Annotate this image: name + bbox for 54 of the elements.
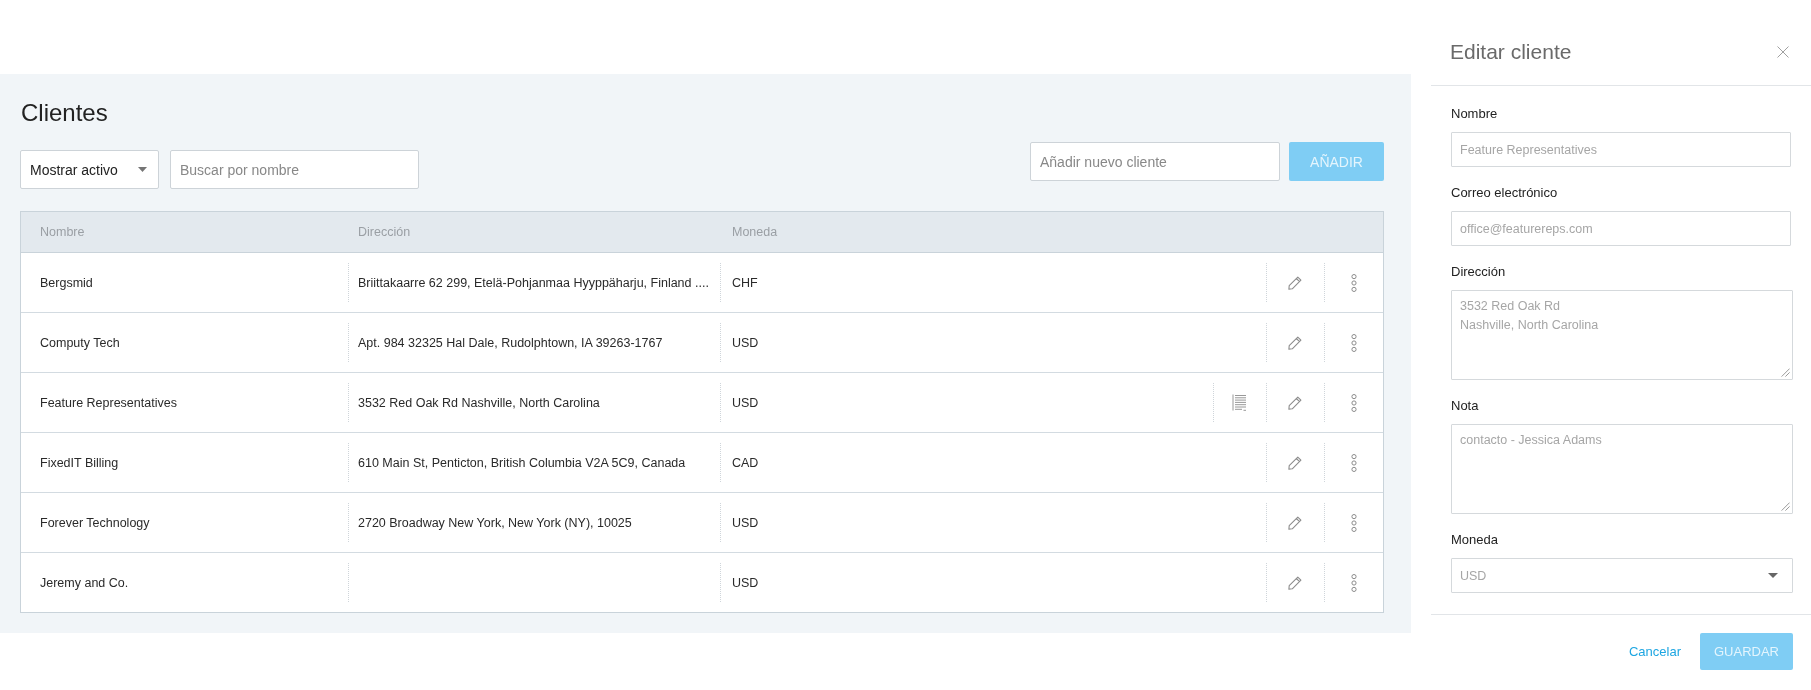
table-cell-text: Computy Tech: [39, 334, 121, 352]
field-label: Nombre: [1451, 105, 1498, 122]
page-title: Clientes: [20, 98, 108, 128]
column-header: Moneda: [731, 225, 779, 239]
field-label: Nota: [1451, 397, 1479, 414]
pencil-icon[interactable]: [1288, 335, 1302, 350]
pencil-icon[interactable]: [1288, 275, 1302, 290]
table-cell: USD: [720, 553, 1213, 612]
more-icon[interactable]: [1350, 333, 1357, 352]
pencil-icon[interactable]: [1288, 395, 1302, 410]
table-cell: 3532 Red Oak Rd Nashville, North Carolina: [358, 395, 600, 410]
field-label: Moneda: [1451, 531, 1498, 548]
column-header: Nombre: [39, 225, 86, 239]
table-cell-text: Jeremy and Co.: [39, 574, 130, 592]
search-field[interactable]: Buscar por nombre: [170, 150, 419, 189]
cancel-link[interactable]: Cancelar: [1628, 644, 1681, 659]
new-client-field[interactable]: Añadir nuevo cliente: [1030, 142, 1280, 181]
dropdown-field[interactable]: USD: [1451, 558, 1793, 593]
table-cell: Apt. 984 32325 Hal Dale, Rudolphtown, IA 39263-1767: [358, 335, 663, 350]
resize-grip-icon[interactable]: [1781, 502, 1790, 511]
pencil-icon[interactable]: [1288, 575, 1302, 590]
pencil-icon[interactable]: [1288, 515, 1302, 530]
close-icon[interactable]: [1777, 46, 1789, 58]
text-area[interactable]: contacto - Jessica Adams: [1451, 424, 1793, 514]
table-cell-text: Forever Technology: [39, 514, 151, 532]
table-cell: USD: [720, 493, 1213, 552]
panel-title: Editar cliente: [1450, 39, 1572, 65]
table-cell: USD: [720, 373, 1213, 432]
table-cell: Briittakaarre 62 299, Etelä-Pohjanmaa Hyyppäharju, Finland ....: [358, 275, 709, 290]
table-cell: USD: [720, 313, 1213, 372]
text-area[interactable]: 3532 Red Oak Rd Nashville, North Carolina: [1451, 290, 1793, 380]
table-cell-text: Feature Representatives: [39, 394, 178, 412]
table-cell: 2720 Broadway New York, New York (NY), 10025: [358, 515, 632, 530]
more-icon[interactable]: [1350, 573, 1357, 592]
note-icon[interactable]: [1232, 394, 1247, 411]
text-input[interactable]: Feature Representatives: [1451, 132, 1791, 167]
text-input[interactable]: office@featurereps.com: [1451, 211, 1791, 246]
caret-icon: [1768, 573, 1778, 578]
table-cell-text: FixedIT Billing: [39, 454, 120, 472]
pencil-icon[interactable]: [1288, 455, 1302, 470]
field-label: Dirección: [1451, 263, 1506, 280]
column-header: Dirección: [357, 225, 412, 239]
more-icon[interactable]: [1350, 273, 1357, 292]
field-label: Correo electrónico: [1451, 184, 1558, 201]
table-cell: 610 Main St, Penticton, British Columbia V2A 5C9, Canada: [358, 455, 686, 470]
resize-grip-icon[interactable]: [1781, 368, 1790, 377]
status-dropdown[interactable]: Mostrar activo: [20, 150, 159, 189]
more-icon[interactable]: [1350, 453, 1357, 472]
table-cell-text: Bergsmid: [39, 274, 94, 292]
more-icon[interactable]: [1350, 513, 1357, 532]
caret-icon: [138, 167, 147, 172]
more-icon[interactable]: [1350, 393, 1357, 412]
table-cell: CHF: [720, 253, 1213, 312]
table-cell: CAD: [720, 433, 1213, 492]
